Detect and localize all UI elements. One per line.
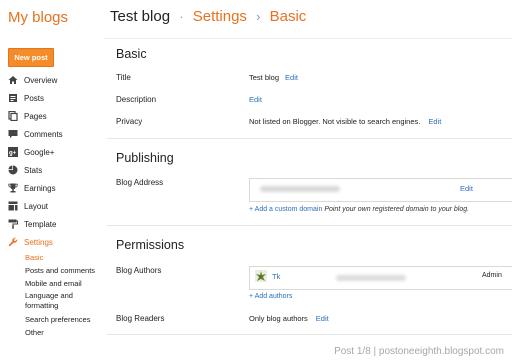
custom-domain-row: + Add a custom domain Point your own reg… [249,206,469,213]
blog-readers-label: Blog Readers [116,314,165,323]
blog-address-label: Blog Address [116,178,164,187]
author-role: Admin [482,272,502,279]
title-value: Test blog [249,73,280,82]
sidebar-item-label: Posts [24,93,45,103]
blog-address-edit-link[interactable]: Edit [460,184,473,193]
layout-icon [8,201,18,211]
breadcrumb-separator: · [179,9,184,24]
sidebar: New post Overview Posts Pages Comments g… [0,38,104,364]
sidebar-item-label: Comments [24,129,63,139]
add-authors-row: + Add authors [249,293,292,300]
wrench-icon [8,237,18,247]
blog-name[interactable]: Test blog [110,8,170,25]
blog-readers-value: Only blog authors [249,314,308,323]
home-icon [8,76,18,84]
privacy-label: Privacy [116,117,143,126]
sidebar-item-label: Pages [24,111,47,121]
watermark: Post 1/8 | postoneeighth.blogspot.com [334,346,504,357]
settings-subitem-other[interactable]: Other [0,326,104,339]
title-row: Test blog Edit [249,73,298,82]
privacy-row: Not listed on Blogger. Not visible to se… [249,117,441,126]
description-edit-link[interactable]: Edit [249,95,262,104]
sidebar-item-label: Earnings [24,183,56,193]
add-authors-link[interactable]: + Add authors [249,293,292,300]
title-label: Title [116,73,131,82]
section-title-basic: Basic [116,47,147,61]
privacy-edit-link[interactable]: Edit [428,117,441,126]
author-row: Tk Admin [249,266,512,290]
section-divider [107,334,512,335]
breadcrumb: Test blog · Settings › Basic [110,8,306,25]
title-edit-link[interactable]: Edit [285,73,298,82]
svg-text:g+: g+ [9,151,17,157]
settings-subitem-posts-comments[interactable]: Posts and comments [0,264,104,277]
blog-address-redacted [260,186,340,192]
pages-icon [8,111,18,121]
privacy-value: Not listed on Blogger. Not visible to se… [249,117,421,126]
my-blogs-link[interactable]: My blogs [8,9,68,26]
sidebar-item-label: Google+ [24,147,55,157]
posts-icon [9,94,17,102]
sidebar-item-pages[interactable]: Pages [0,107,104,125]
description-label: Description [116,95,157,104]
add-custom-domain-link[interactable]: + Add a custom domain [249,206,322,213]
blog-address-box: Edit [249,178,512,202]
section-title-permissions: Permissions [116,238,185,252]
sidebar-item-comments[interactable]: Comments [0,125,104,143]
blog-authors-label: Blog Authors [116,266,162,275]
sidebar-item-label: Template [24,219,57,229]
sidebar-item-label: Layout [24,201,49,211]
google-plus-icon: g+ [8,147,18,157]
settings-content: Basic Title Test blog Edit Description Ed… [107,38,512,364]
author-name[interactable]: Tk [272,272,280,281]
description-row: Edit [249,95,262,104]
section-divider [107,138,512,139]
breadcrumb-basic: Basic [269,8,307,25]
settings-subitem-basic[interactable]: Basic [0,251,104,264]
breadcrumb-separator: › [256,9,261,24]
trophy-icon [8,183,18,193]
top-bar: My blogs Test blog · Settings › Basic [0,0,512,39]
avatar [255,270,267,282]
section-divider [107,225,512,226]
sidebar-nav: Overview Posts Pages Comments g+ Google+… [0,71,104,339]
pie-chart-icon [8,165,18,175]
sidebar-item-label: Stats [24,165,43,175]
settings-subitem-mobile-email[interactable]: Mobile and email [0,277,104,290]
sidebar-item-settings[interactable]: Settings [0,233,104,251]
sidebar-item-label: Settings [24,237,53,247]
section-title-publishing: Publishing [116,151,174,165]
comment-icon [8,130,18,139]
blog-readers-edit-link[interactable]: Edit [316,314,329,323]
author-email-redacted [336,275,406,281]
sidebar-item-google-plus[interactable]: g+ Google+ [0,143,104,161]
new-post-button[interactable]: New post [8,48,54,67]
settings-subitem-search-preferences[interactable]: Search preferences [0,313,104,326]
paint-roller-icon [8,219,18,229]
sidebar-item-label: Overview [24,75,58,85]
sidebar-item-earnings[interactable]: Earnings [0,179,104,197]
custom-domain-help: Point your own registered domain to your… [324,206,470,213]
breadcrumb-settings[interactable]: Settings [193,8,247,25]
sidebar-item-template[interactable]: Template [0,215,104,233]
sidebar-item-posts[interactable]: Posts [0,89,104,107]
sidebar-item-stats[interactable]: Stats [0,161,104,179]
sidebar-item-layout[interactable]: Layout [0,197,104,215]
sidebar-item-overview[interactable]: Overview [0,71,104,89]
blog-readers-row: Only blog authors Edit [249,314,329,323]
settings-subitem-language-formatting[interactable]: Language and formatting [0,290,104,313]
